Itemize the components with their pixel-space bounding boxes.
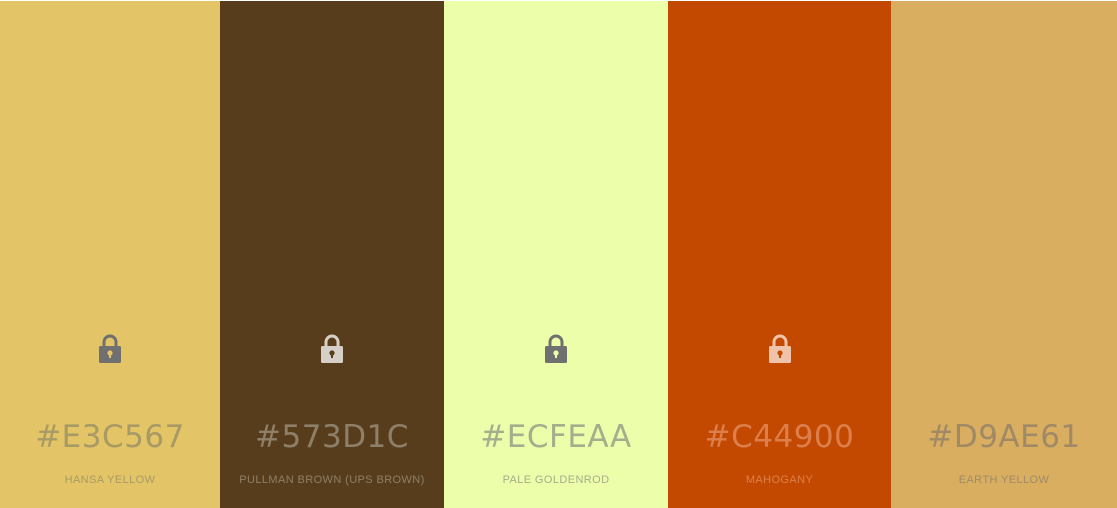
hex-code[interactable]: #D9AE61 [891,417,1117,457]
swatch-pullman-brown[interactable]: #573D1C PULLMAN BROWN (UPS BROWN) [220,1,444,508]
color-palette: #E3C567 HANSA YELLOW #573D1C PULLMAN BRO… [0,0,1117,508]
color-name: PALE GOLDENROD [502,474,610,486]
lock-icon[interactable] [320,334,344,364]
lock-icon[interactable] [98,334,122,364]
hex-code[interactable]: #ECFEAA [444,417,668,457]
color-name: EARTH YELLOW [958,474,1050,486]
swatch-earth-yellow[interactable]: #D9AE61 EARTH YELLOW [891,1,1117,508]
lock-icon[interactable] [544,334,568,364]
hex-code[interactable]: #573D1C [220,417,444,457]
hex-code[interactable]: #C44900 [668,417,891,457]
swatch-hansa-yellow[interactable]: #E3C567 HANSA YELLOW [0,1,220,508]
color-name: HANSA YELLOW [64,474,156,486]
swatch-pale-goldenrod[interactable]: #ECFEAA PALE GOLDENROD [444,1,668,508]
color-name: MAHOGANY [745,474,814,486]
color-name: PULLMAN BROWN (UPS BROWN) [239,474,425,486]
swatch-mahogany[interactable]: #C44900 MAHOGANY [668,1,891,508]
hex-code[interactable]: #E3C567 [0,417,220,457]
lock-icon[interactable] [768,334,792,364]
